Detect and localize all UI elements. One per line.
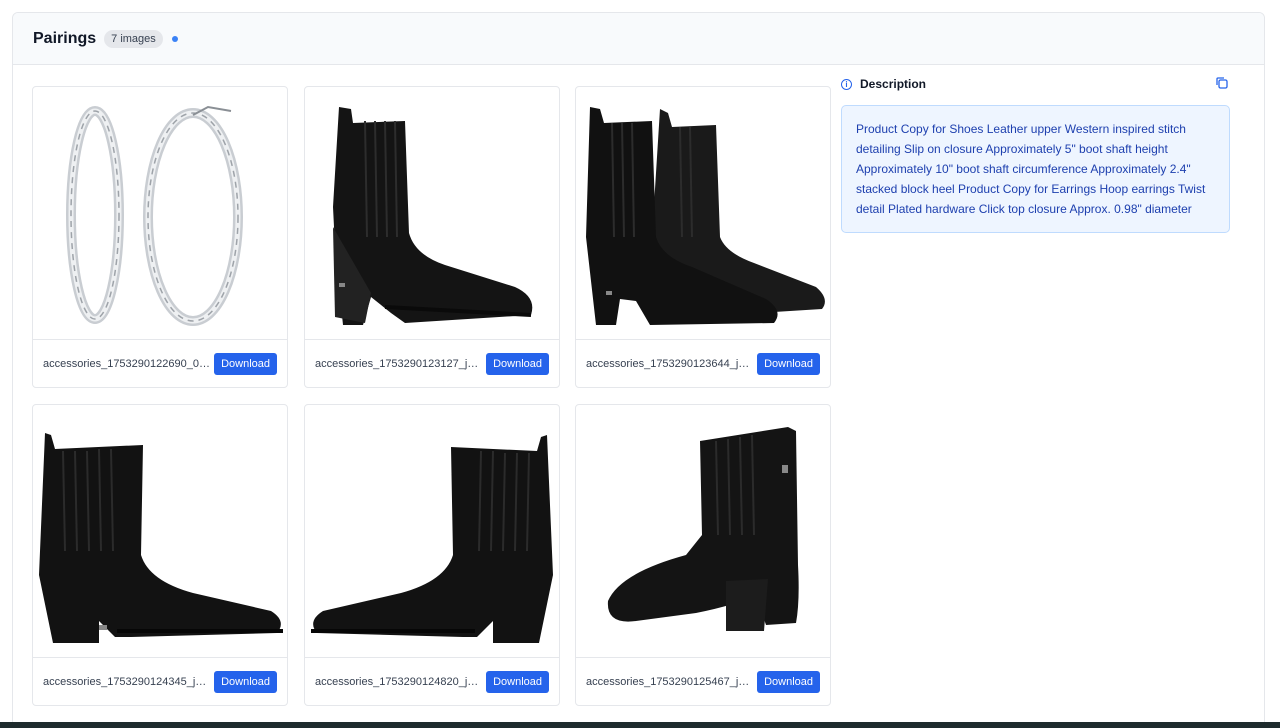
product-image-boot-left [305, 405, 559, 658]
product-image-earrings [33, 87, 287, 340]
description-title: Description [860, 77, 927, 91]
product-image-boot-right [33, 405, 287, 658]
product-image-boot-side [305, 87, 559, 340]
file-name: accessories_1753290124820_j640... [315, 675, 483, 688]
download-button[interactable]: Download [486, 352, 549, 375]
product-image-boot-back [576, 405, 830, 658]
product-image-boot-pair [576, 87, 830, 340]
card-footer: accessories_1753290125467_j640... Downlo… [576, 658, 830, 705]
image-card: accessories_1753290123644_j640... Downlo… [575, 86, 831, 388]
panel-title: Pairings [33, 29, 97, 47]
image-card: accessories_1753290124820_j640... Downlo… [304, 404, 560, 706]
image-card: accessories_1753290123127_j6409... Downl… [304, 86, 560, 388]
image-card: accessories_1753290124345_j640... Downlo… [32, 404, 288, 706]
description-section: i Description Product Copy for Shoes Lea… [841, 76, 1231, 233]
download-button[interactable]: Download [757, 670, 820, 693]
card-footer: accessories_1753290124345_j640... Downlo… [33, 658, 287, 705]
download-button[interactable]: Download [214, 670, 277, 693]
image-count-badge: 7 images [104, 29, 163, 48]
info-icon: i [841, 78, 852, 90]
panel-header: Pairings 7 images [13, 13, 1264, 65]
card-footer: accessories_1753290123127_j6409... Downl… [305, 340, 559, 387]
file-name: accessories_1753290122690_0243... [43, 357, 211, 370]
download-button[interactable]: Download [486, 670, 549, 693]
download-button[interactable]: Download [214, 352, 277, 375]
image-card: accessories_1753290122690_0243... Downlo… [32, 86, 288, 388]
file-name: accessories_1753290124345_j640... [43, 675, 211, 688]
description-text: Product Copy for Shoes Leather upper Wes… [841, 105, 1230, 233]
file-name: accessories_1753290125467_j640... [586, 675, 754, 688]
card-footer: accessories_1753290124820_j640... Downlo… [305, 658, 559, 705]
description-header: i Description [841, 76, 1231, 92]
card-footer: accessories_1753290122690_0243... Downlo… [33, 340, 287, 387]
file-name: accessories_1753290123127_j6409... [315, 357, 483, 370]
bottom-bar [0, 722, 1280, 728]
file-name: accessories_1753290123644_j640... [586, 357, 754, 370]
copy-icon[interactable] [1215, 76, 1229, 90]
card-footer: accessories_1753290123644_j640... Downlo… [576, 340, 830, 387]
download-button[interactable]: Download [757, 352, 820, 375]
status-dot [171, 35, 178, 42]
image-card: accessories_1753290125467_j640... Downlo… [575, 404, 831, 706]
